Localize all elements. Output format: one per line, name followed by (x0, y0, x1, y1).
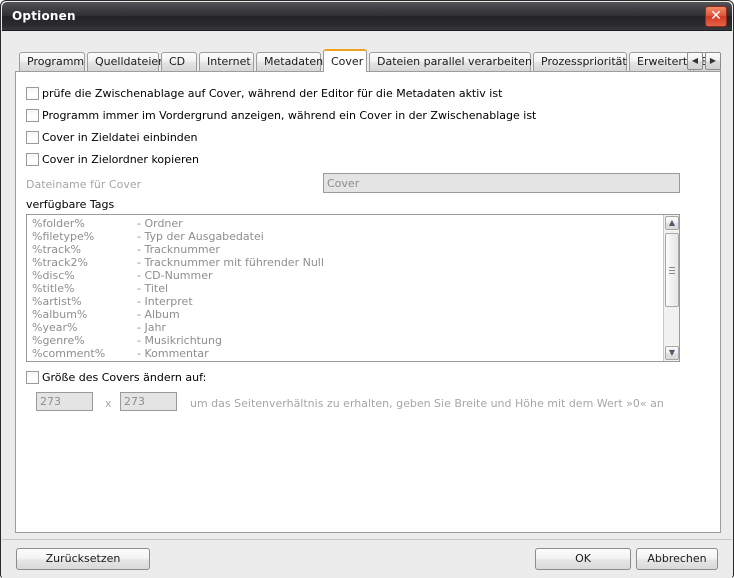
tag-description: - Titel (137, 282, 169, 295)
checkbox-always-on-top[interactable] (26, 109, 39, 122)
resize-hint-label: um das Seitenverhältnis zu erhalten, geb… (190, 397, 664, 410)
close-icon: ✕ (710, 8, 722, 24)
tab-programm[interactable]: Programm (19, 52, 85, 71)
cancel-button[interactable]: Abbrechen (636, 548, 718, 570)
scrollbar-grip-icon (669, 267, 675, 274)
tab-metadaten[interactable]: Metadaten (256, 52, 323, 71)
tag-list-item[interactable]: %filetype% - Typ der Ausgabedatei (27, 230, 663, 243)
checkbox-resize-cover[interactable] (26, 371, 39, 384)
tag-list-item[interactable]: %folder% - Ordner (27, 217, 663, 230)
tag-list-item[interactable]: %track% - Tracknummer (27, 243, 663, 256)
available-tags-label: verfügbare Tags (26, 198, 115, 211)
window-titlebar: Optionen ✕ (2, 2, 732, 31)
tags-scrollbar[interactable]: ▲ ▼ (663, 215, 679, 361)
tab-internet[interactable]: Internet (199, 52, 254, 71)
checkbox-label-resize-cover: Größe des Covers ändern auf: (42, 371, 207, 384)
ok-button[interactable]: OK (535, 548, 631, 570)
tab-erweitert[interactable]: Erweitert (629, 52, 691, 71)
tab-prozesspriorit-t[interactable]: Prozesspriorität (533, 52, 627, 71)
tag-name: %genre% (32, 334, 85, 347)
tag-name: %album% (32, 308, 88, 321)
available-tags-listbox[interactable]: %folder% - Ordner %filetype% - Typ der Ausg… (26, 214, 680, 362)
tag-description: - Musikrichtung (137, 334, 222, 347)
tag-name: %comment% (32, 347, 106, 360)
tab-cd[interactable]: CD (161, 52, 197, 71)
tag-description: - CD-Nummer (137, 269, 213, 282)
window-title: Optionen (12, 9, 76, 23)
checkbox-embed-cover[interactable] (26, 131, 39, 144)
close-button[interactable]: ✕ (705, 6, 727, 27)
tag-list-item[interactable]: %title% - Titel (27, 282, 663, 295)
tag-name: %title% (32, 282, 75, 295)
tag-description: - Jahr (137, 321, 166, 334)
tag-name: %disc% (32, 269, 75, 282)
tag-list-item[interactable]: %album% - Album (27, 308, 663, 321)
tag-name: %track2% (32, 256, 88, 269)
tag-description: - Interpret (137, 295, 193, 308)
tag-list: %folder% - Ordner %filetype% - Typ der Ausg… (27, 217, 663, 361)
scrollbar-thumb[interactable] (665, 233, 679, 307)
tab-strip: Programm Quelldateien CD Internet Metadaten C… (15, 49, 721, 72)
checkbox-clipboard-check[interactable] (26, 87, 39, 100)
options-dialog: Optionen ✕ Programm Quelldateien CD Interne… (0, 0, 734, 578)
checkbox-label-always-on-top: Programm immer im Vordergrund anzeigen, … (42, 109, 537, 122)
tab-cover[interactable]: Cover (323, 49, 367, 72)
cover-height-input[interactable]: 273 (120, 392, 177, 411)
tab-control: Programm Quelldateien CD Internet Metadaten C… (15, 49, 721, 533)
tag-description: - Album (137, 308, 180, 321)
tag-description: - Typ der Ausgabedatei (137, 230, 264, 243)
chevron-right-icon: ▶ (709, 56, 717, 65)
tag-description: - Ordner (137, 217, 183, 230)
cover-width-input[interactable]: 273 (36, 392, 93, 411)
tag-list-item[interactable]: %disc% - CD-Nummer (27, 269, 663, 282)
tab-panel-cover: prüfe die Zwischenablage auf Cover, währ… (15, 71, 721, 533)
tab-scroll-prev-button[interactable]: ◀ (687, 52, 703, 70)
tag-description: - Kommentar (137, 347, 209, 360)
tag-name: %folder% (32, 217, 85, 230)
tag-list-item[interactable]: %year% - Jahr (27, 321, 663, 334)
tag-description: - Tracknummer (137, 243, 220, 256)
tag-name: %filetype% (32, 230, 95, 243)
checkbox-copy-cover[interactable] (26, 153, 39, 166)
cover-filename-label: Dateiname für Cover (26, 178, 142, 191)
dialog-body: Programm Quelldateien CD Internet Metadaten C… (2, 31, 732, 578)
tab-scroll-next-button[interactable]: ▶ (705, 52, 721, 70)
cover-filename-input[interactable]: Cover (323, 173, 680, 193)
tag-description: - Tracknummer mit führender Null (137, 256, 324, 269)
tag-list-item[interactable]: %comment% - Kommentar (27, 347, 663, 360)
tab-dateien-parallel-verarbeiten[interactable]: Dateien parallel verarbeiten (369, 52, 532, 71)
tag-list-item[interactable]: %track2% - Tracknummer mit führender Null (27, 256, 663, 269)
tag-name: %track% (32, 243, 81, 256)
tab-quelldateien[interactable]: Quelldateien (87, 52, 165, 71)
dialog-button-bar: Zurücksetzen OK Abbrechen (2, 539, 732, 578)
dimension-separator-label: x (105, 397, 112, 410)
scroll-down-icon[interactable]: ▼ (665, 346, 679, 360)
checkbox-label-clipboard-check: prüfe die Zwischenablage auf Cover, währ… (42, 87, 503, 100)
scroll-up-icon[interactable]: ▲ (665, 216, 679, 230)
reset-button[interactable]: Zurücksetzen (16, 548, 150, 570)
tag-list-item[interactable]: %genre% - Musikrichtung (27, 334, 663, 347)
tag-name: %year% (32, 321, 78, 334)
tag-list-item[interactable]: %artist% - Interpret (27, 295, 663, 308)
tag-name: %artist% (32, 295, 82, 308)
checkbox-label-copy-cover: Cover in Zielordner kopieren (42, 153, 199, 166)
checkbox-label-embed-cover: Cover in Zieldatei einbinden (42, 131, 198, 144)
chevron-left-icon: ◀ (691, 56, 699, 65)
